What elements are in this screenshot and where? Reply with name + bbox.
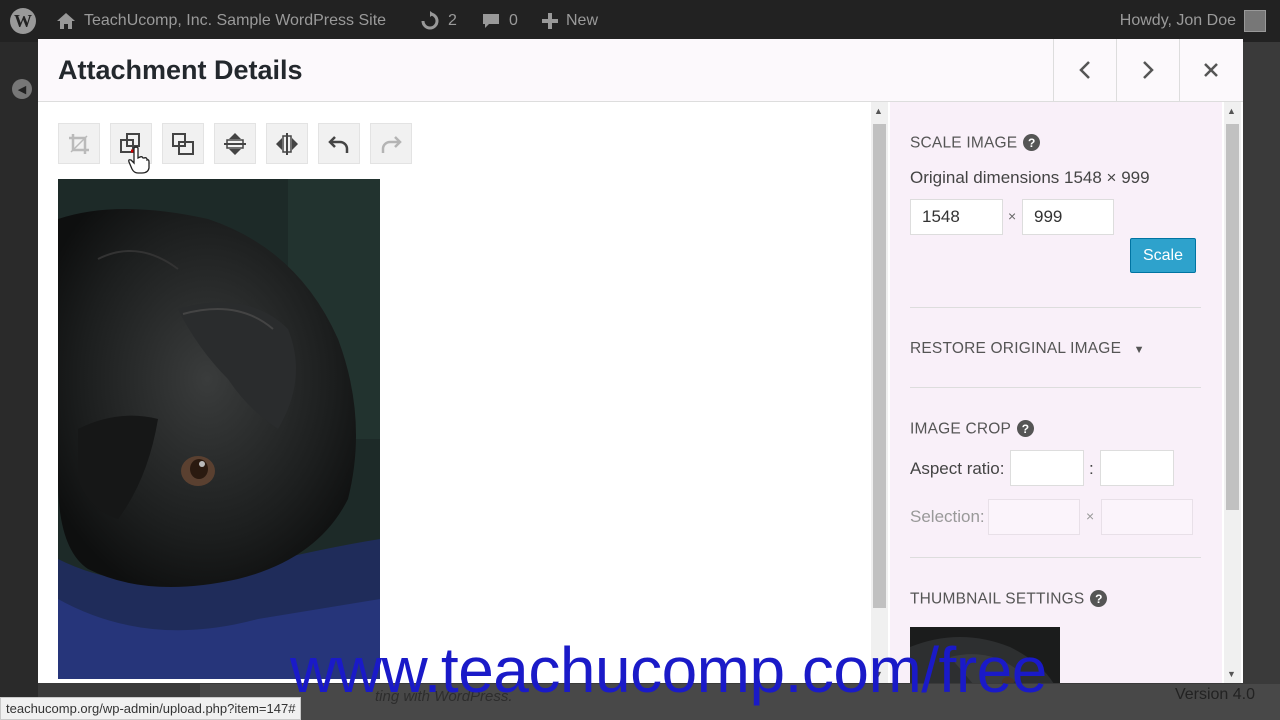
scale-height-input[interactable]: [1022, 199, 1114, 235]
flip-horizontal-button[interactable]: [266, 123, 308, 164]
selection-width-input[interactable]: [988, 499, 1080, 535]
divider: [910, 557, 1201, 558]
admin-bar: W TeachUcomp, Inc. Sample WordPress Site…: [0, 0, 1280, 42]
chevron-right-icon: [1143, 61, 1154, 79]
divider: [910, 387, 1201, 388]
scale-image-heading: SCALE IMAGE?: [910, 134, 1041, 153]
modal-title: Attachment Details: [58, 55, 303, 85]
rotate-right-icon: [172, 132, 194, 155]
chevron-left-icon: [1079, 61, 1090, 79]
avatar: [1244, 10, 1266, 32]
image-settings-sidebar: SCALE IMAGE? Original dimensions 1548 × …: [890, 102, 1222, 683]
help-icon[interactable]: ?: [1017, 420, 1035, 437]
thumbnail-settings-title: THUMBNAIL SETTINGS: [910, 590, 1085, 608]
aspect-ratio-label: Aspect ratio:: [910, 459, 1005, 478]
redo-button[interactable]: [370, 123, 412, 164]
new-content-link[interactable]: New: [542, 0, 598, 42]
updates-count: 2: [448, 12, 457, 29]
help-icon[interactable]: ?: [1023, 134, 1041, 151]
undo-button[interactable]: [318, 123, 360, 164]
site-name: TeachUcomp, Inc. Sample WordPress Site: [84, 12, 387, 29]
site-name-link[interactable]: TeachUcomp, Inc. Sample WordPress Site: [56, 0, 386, 42]
new-label: New: [566, 12, 599, 29]
attachment-details-modal: Attachment Details ▲ ▼ SCALE IMAGE ? Ori…: [38, 39, 1243, 683]
restore-original-title: RESTORE ORIGINAL IMAGE: [910, 340, 1122, 357]
help-icon[interactable]: ?: [1090, 590, 1108, 607]
scroll-up-icon[interactable]: ▲: [874, 106, 883, 116]
aspect-separator: :: [1089, 459, 1094, 478]
updates-link[interactable]: 2: [420, 0, 457, 42]
comments-link[interactable]: 0: [481, 0, 518, 42]
divider: [910, 307, 1201, 308]
image-editor: [38, 102, 871, 683]
next-button[interactable]: [1116, 39, 1179, 101]
image-crop-title: IMAGE CROP: [910, 420, 1012, 438]
selection-height-input[interactable]: [1101, 499, 1193, 535]
aspect-ratio-width-input[interactable]: [1010, 450, 1084, 486]
scale-image-title: SCALE IMAGE: [910, 134, 1018, 152]
caret-down-icon: ▼: [1133, 344, 1145, 356]
hand-cursor-icon: [128, 146, 150, 174]
aspect-ratio-height-input[interactable]: [1100, 450, 1174, 486]
original-dimensions: Original dimensions 1548 × 999: [910, 168, 1150, 187]
edited-image: [58, 179, 380, 679]
crop-button[interactable]: [58, 123, 100, 164]
scroll-down-icon[interactable]: ▼: [1227, 669, 1236, 679]
crop-icon: [69, 133, 89, 154]
flip-horizontal-icon: [276, 132, 298, 155]
watermark-text: www.teachucomp.com/free: [290, 634, 1047, 706]
selection-times-symbol: ×: [1086, 508, 1095, 524]
flip-vertical-icon: [224, 132, 246, 155]
modal-header: Attachment Details: [38, 39, 1243, 102]
scroll-up-icon[interactable]: ▲: [1227, 106, 1236, 116]
editor-scrollbar[interactable]: ▲ ▼: [871, 102, 888, 683]
comments-count: 0: [509, 12, 518, 29]
sidebar-scrollbar[interactable]: ▲ ▼: [1224, 102, 1241, 683]
sidebar-scroll-thumb[interactable]: [1226, 124, 1239, 510]
admin-menu-background: [0, 42, 38, 720]
status-bar-url: teachucomp.org/wp-admin/upload.php?item=…: [0, 697, 302, 720]
scale-button[interactable]: Scale: [1130, 238, 1196, 273]
selection-label: Selection:: [910, 507, 985, 526]
thumbnail-settings-heading: THUMBNAIL SETTINGS?: [910, 590, 1108, 609]
close-icon: [1204, 63, 1218, 77]
version-text: Version 4.0: [1174, 686, 1255, 703]
plus-icon: [542, 13, 558, 29]
account-menu[interactable]: Howdy, Jon Doe: [1120, 0, 1266, 42]
undo-icon: [328, 135, 349, 153]
flip-vertical-button[interactable]: [214, 123, 256, 164]
home-icon: [57, 13, 75, 29]
image-crop-heading: IMAGE CROP?: [910, 420, 1035, 439]
scale-width-input[interactable]: [910, 199, 1003, 235]
previous-button[interactable]: [1053, 39, 1116, 101]
editor-scroll-thumb[interactable]: [873, 124, 886, 608]
redo-icon: [381, 135, 402, 153]
comment-icon: [483, 14, 499, 28]
refresh-icon: [421, 11, 439, 30]
howdy-text: Howdy, Jon Doe: [1119, 12, 1236, 29]
close-button[interactable]: [1179, 39, 1242, 101]
wordpress-logo-icon[interactable]: W: [10, 0, 36, 42]
rotate-right-button[interactable]: [162, 123, 204, 164]
collapse-menu-icon: ◀: [12, 79, 32, 99]
times-symbol: ×: [1008, 208, 1017, 224]
restore-original-toggle[interactable]: RESTORE ORIGINAL IMAGE ▼: [910, 340, 1145, 358]
